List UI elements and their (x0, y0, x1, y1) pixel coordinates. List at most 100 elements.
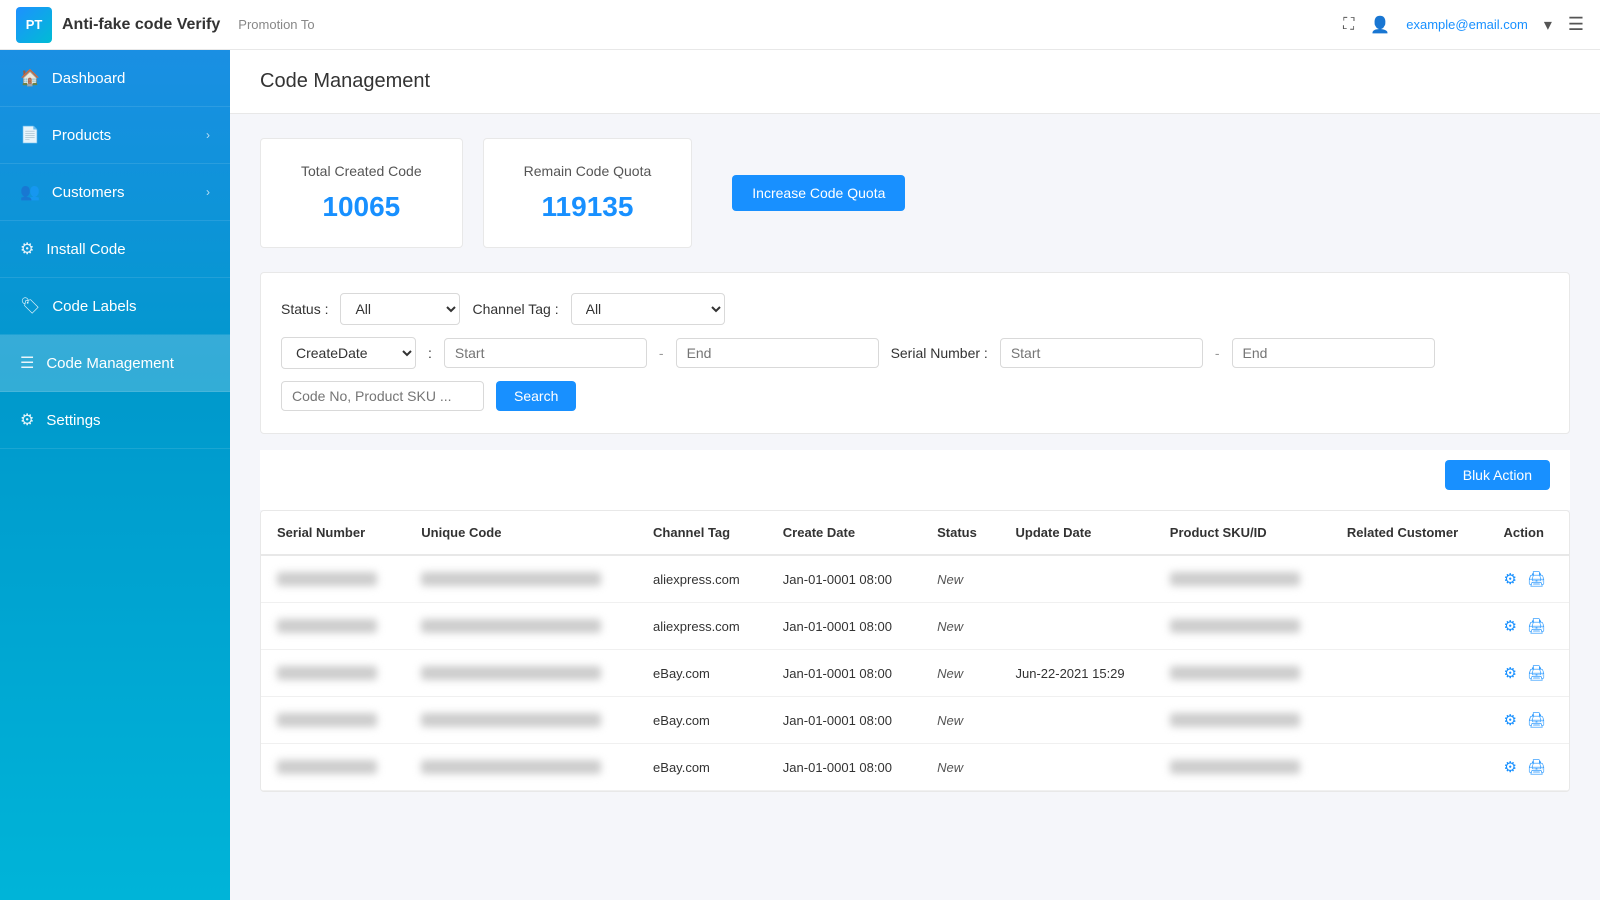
date-start-input[interactable] (444, 338, 647, 368)
date-colon: : (428, 345, 432, 361)
cell-status: New (921, 744, 999, 791)
cell-unique-code: XXXXXXXXXXXXXXXX (405, 603, 637, 650)
sidebar-item-customers[interactable]: 👥 Customers › (0, 164, 230, 221)
expand-icon[interactable]: ⛶ (1343, 16, 1354, 34)
total-created-value: 10065 (301, 191, 422, 223)
app-title: Anti-fake code Verify (62, 16, 220, 34)
cell-update-date: Jun-22-2021 15:29 (1000, 650, 1154, 697)
cell-status: New (921, 697, 999, 744)
dropdown-icon[interactable]: ▾ (1544, 15, 1552, 35)
cell-status: New (921, 555, 999, 603)
settings-action-icon[interactable]: ⚙ (1503, 570, 1516, 588)
sidebar-item-code-labels[interactable]: 🏷 Code Labels (0, 278, 230, 335)
print-action-icon[interactable]: 🖨 (1527, 711, 1546, 729)
print-action-icon[interactable]: 🖨 (1527, 664, 1546, 682)
table-header-row: Serial Number Unique Code Channel Tag Cr… (261, 511, 1569, 555)
print-action-icon[interactable]: 🖨 (1527, 570, 1546, 588)
remain-quota-label: Remain Code Quota (524, 163, 652, 179)
channel-label: Channel Tag : (472, 301, 558, 317)
col-channel-tag: Channel Tag (637, 511, 767, 555)
cell-channel: eBay.com (637, 744, 767, 791)
cell-product-sku: XXXXXXXXXXX (1154, 555, 1331, 603)
cell-serial: XXXXXXXXXXX (261, 555, 405, 603)
hamburger-icon[interactable]: ☰ (1568, 14, 1584, 35)
stat-card-total: Total Created Code 10065 (260, 138, 463, 248)
settings-action-icon[interactable]: ⚙ (1503, 617, 1516, 635)
sidebar-item-dashboard[interactable]: 🏠 Dashboard (0, 50, 230, 107)
settings-action-icon[interactable]: ⚙ (1503, 758, 1516, 776)
serial-start-input[interactable] (1000, 338, 1203, 368)
cell-unique-code: XXXXXXXXXXXXXXXX (405, 555, 637, 603)
settings-action-icon[interactable]: ⚙ (1503, 711, 1516, 729)
main-content: Code Management Total Created Code 10065… (230, 50, 1600, 900)
cell-related-customer (1331, 555, 1488, 603)
serial-label: Serial Number : (891, 345, 988, 361)
cell-status: New (921, 650, 999, 697)
cell-create-date: Jan-01-0001 08:00 (767, 555, 921, 603)
cell-channel: eBay.com (637, 650, 767, 697)
serial-end-input[interactable] (1232, 338, 1435, 368)
user-icon[interactable]: 👤 (1370, 15, 1390, 35)
table-row: XXXXXXXXXXXXXXXXXXXXXXXXXXXeBay.comJan-0… (261, 697, 1569, 744)
sidebar-item-code-management[interactable]: ☰ Code Management (0, 335, 230, 392)
table-body: XXXXXXXXXXXXXXXXXXXXXXXXXXXaliexpress.co… (261, 555, 1569, 791)
logo-text: PT (26, 17, 43, 32)
header-right: ⛶ 👤 example@email.com ▾ ☰ (1343, 14, 1584, 35)
cell-related-customer (1331, 650, 1488, 697)
cell-product-sku: XXXXXXXXXXX (1154, 603, 1331, 650)
logo-box: PT (16, 7, 52, 43)
home-icon: 🏠 (20, 68, 40, 88)
bulk-action-button[interactable]: Bluk Action (1445, 460, 1550, 490)
cell-channel: eBay.com (637, 697, 767, 744)
channel-select[interactable]: All aliexpress.com eBay.com (571, 293, 725, 325)
date-type-select[interactable]: CreateDate UpdateDate (281, 337, 416, 369)
status-select[interactable]: All New Used Invalid (340, 293, 460, 325)
cell-action: ⚙ 🖨 (1487, 697, 1569, 744)
cell-serial: XXXXXXXXXXX (261, 697, 405, 744)
code-labels-icon: 🏷 (20, 296, 40, 316)
date-end-input[interactable] (676, 338, 879, 368)
total-created-label: Total Created Code (301, 163, 422, 179)
print-action-icon[interactable]: 🖨 (1527, 617, 1546, 635)
sidebar-item-settings[interactable]: ⚙ Settings (0, 392, 230, 449)
cell-action: ⚙ 🖨 (1487, 744, 1569, 791)
filter-row-2: CreateDate UpdateDate : - Serial Number … (281, 337, 1549, 411)
sidebar-label-code-labels: Code Labels (52, 298, 136, 315)
layout: 🏠 Dashboard 📄 Products › 👥 Customers › ⚙… (0, 50, 1600, 900)
table-row: XXXXXXXXXXXXXXXXXXXXXXXXXXXeBay.comJan-0… (261, 650, 1569, 697)
col-status: Status (921, 511, 999, 555)
sidebar: 🏠 Dashboard 📄 Products › 👥 Customers › ⚙… (0, 50, 230, 900)
increase-quota-button[interactable]: Increase Code Quota (732, 175, 905, 211)
remain-quota-value: 119135 (524, 191, 652, 223)
code-table: Serial Number Unique Code Channel Tag Cr… (261, 511, 1569, 791)
sidebar-item-products[interactable]: 📄 Products › (0, 107, 230, 164)
date-separator: - (659, 345, 664, 361)
sidebar-label-products: Products (52, 127, 111, 144)
sidebar-label-customers: Customers (52, 184, 125, 201)
search-button[interactable]: Search (496, 381, 576, 411)
cell-status: New (921, 603, 999, 650)
action-icons: ⚙ 🖨 (1503, 711, 1553, 729)
sidebar-label-install-code: Install Code (46, 241, 125, 258)
filter-row-1: Status : All New Used Invalid Channel Ta… (281, 293, 1549, 325)
cell-action: ⚙ 🖨 (1487, 650, 1569, 697)
settings-action-icon[interactable]: ⚙ (1503, 664, 1516, 682)
cell-update-date (1000, 555, 1154, 603)
stat-card-remain: Remain Code Quota 119135 (483, 138, 693, 248)
code-search-input[interactable] (281, 381, 484, 411)
cell-related-customer (1331, 603, 1488, 650)
col-serial-number: Serial Number (261, 511, 405, 555)
app-subtitle: Promotion To (238, 17, 314, 32)
print-action-icon[interactable]: 🖨 (1527, 758, 1546, 776)
customers-icon: 👥 (20, 182, 40, 202)
status-label: Status : (281, 301, 328, 317)
cell-create-date: Jan-01-0001 08:00 (767, 603, 921, 650)
user-label[interactable]: example@email.com (1406, 17, 1528, 32)
cell-related-customer (1331, 744, 1488, 791)
cell-product-sku: XXXXXXXXXXX (1154, 744, 1331, 791)
col-create-date: Create Date (767, 511, 921, 555)
sidebar-item-install-code[interactable]: ⚙ Install Code (0, 221, 230, 278)
action-icons: ⚙ 🖨 (1503, 664, 1553, 682)
cell-create-date: Jan-01-0001 08:00 (767, 744, 921, 791)
col-related-customer: Related Customer (1331, 511, 1488, 555)
